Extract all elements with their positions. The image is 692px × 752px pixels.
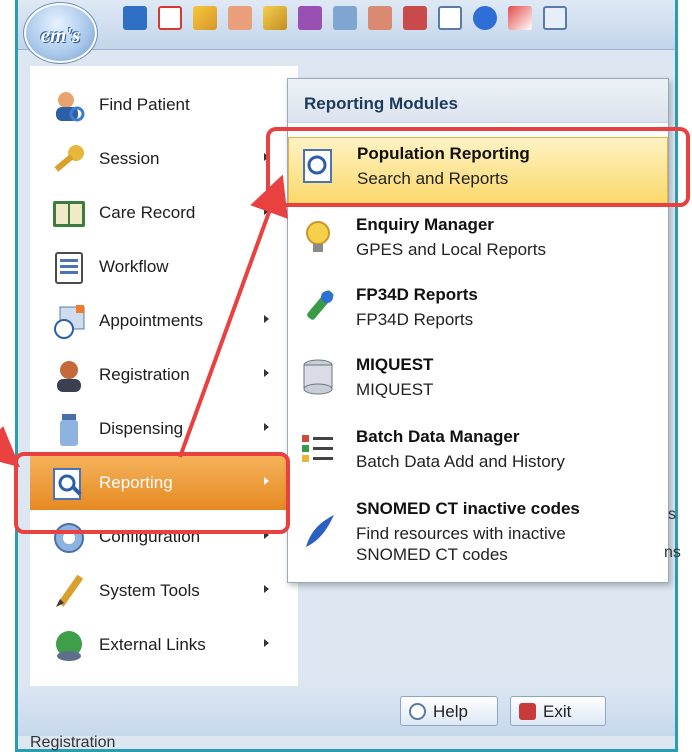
- background-text-fragment: ns: [664, 544, 681, 561]
- bottle-icon: [52, 413, 86, 447]
- submenu-item-snomed-ct-inactive-codes[interactable]: SNOMED CT inactive codes Find resources …: [288, 493, 668, 575]
- menu-item-find-patient[interactable]: Find Patient: [30, 78, 298, 132]
- menu-footer: Help Exit: [18, 686, 675, 736]
- group-icon[interactable]: [368, 6, 392, 30]
- calendar-icon[interactable]: [403, 6, 427, 30]
- logo-text: em's: [40, 23, 81, 47]
- submenu-arrow-icon: [264, 531, 269, 539]
- reporting-submenu: Reporting Modules Population Reporting S…: [287, 78, 669, 583]
- submenu-item-title: MIQUEST: [356, 355, 434, 374]
- submenu-item-title: SNOMED CT inactive codes: [356, 499, 580, 518]
- workflow-icon: [52, 251, 86, 285]
- help-icon: [409, 703, 426, 720]
- care-record-icon: [52, 197, 86, 231]
- menu-item-label: System Tools: [99, 581, 200, 600]
- menu-item-label: External Links: [99, 635, 206, 654]
- menu-item-external-links[interactable]: External Links: [30, 618, 298, 672]
- application-menu: Find Patient Session Care Record Workflo…: [30, 66, 298, 686]
- submenu-arrow-icon: [264, 585, 269, 593]
- calendar-clock-icon: [52, 305, 86, 339]
- submenu-item-description-line: Find resources with inactive: [356, 524, 566, 543]
- key-icon: [52, 143, 86, 177]
- configuration-icon: [52, 521, 86, 555]
- submenu-item-title: Batch Data Manager: [356, 427, 520, 446]
- pen-icon[interactable]: [508, 6, 532, 30]
- submenu-header: Reporting Modules: [288, 79, 668, 123]
- menu-item-dispensing[interactable]: Dispensing: [30, 402, 298, 456]
- menu-item-label: Registration: [99, 365, 190, 384]
- info-icon[interactable]: [473, 6, 497, 30]
- menu-item-label: Appointments: [99, 311, 203, 330]
- database-icon: [300, 359, 336, 395]
- help-button[interactable]: Help: [400, 696, 498, 726]
- menu-item-appointments[interactable]: Appointments: [30, 294, 298, 348]
- submenu-item-description: GPES and Local Reports: [356, 240, 546, 259]
- exit-button[interactable]: Exit: [510, 696, 606, 726]
- submenu-item-enquiry-manager[interactable]: Enquiry Manager GPES and Local Reports: [288, 209, 668, 277]
- submenu-item-fp34d-reports[interactable]: FP34D Reports FP34D Reports: [288, 279, 668, 347]
- submenu-arrow-icon: [264, 153, 269, 161]
- submenu-item-description-line: SNOMED CT codes: [356, 545, 508, 564]
- submenu-item-description: Search and Reports: [357, 169, 509, 188]
- menu-item-system-tools[interactable]: System Tools: [30, 564, 298, 618]
- menu-item-label: Reporting: [99, 473, 173, 492]
- menu-item-registration[interactable]: Registration: [30, 348, 298, 402]
- menu-item-label: Session: [99, 149, 160, 168]
- menu-item-reporting[interactable]: Reporting: [30, 456, 298, 510]
- exit-icon: [519, 703, 536, 720]
- menu-item-label: Dispensing: [99, 419, 184, 438]
- menu-item-workflow[interactable]: Workflow: [30, 240, 298, 294]
- find-patient-icon: [52, 89, 86, 123]
- report-search-icon: [301, 148, 337, 184]
- submenu-item-description: Find resources with inactive SNOMED CT c…: [356, 523, 566, 565]
- submenu-arrow-icon: [264, 369, 269, 377]
- background-tab-label: Registration: [30, 734, 116, 751]
- window-icon[interactable]: [543, 6, 567, 30]
- back-icon[interactable]: [123, 6, 147, 30]
- document-icon[interactable]: [438, 6, 462, 30]
- report-search-icon: [52, 467, 86, 501]
- users-icon[interactable]: [228, 6, 252, 30]
- wand-icon[interactable]: [263, 6, 287, 30]
- menu-item-configuration[interactable]: Configuration: [30, 510, 298, 564]
- menu-item-label: Configuration: [99, 527, 201, 546]
- notes-icon[interactable]: [298, 6, 322, 30]
- person-icon: [52, 359, 86, 393]
- background-text-fragment: s: [668, 506, 676, 523]
- pencil-icon: [52, 574, 86, 609]
- submenu-arrow-icon: [264, 423, 269, 431]
- calendar-clock-icon[interactable]: [333, 6, 357, 30]
- submenu-item-title: Enquiry Manager: [356, 215, 494, 234]
- submenu-item-population-reporting[interactable]: Population Reporting Search and Reports: [288, 137, 668, 205]
- submenu-arrow-icon: [264, 315, 269, 323]
- submenu-item-description: Batch Data Add and History: [356, 452, 565, 471]
- batch-list-icon: [300, 431, 336, 467]
- submenu-item-title: Population Reporting: [357, 144, 530, 163]
- funnel-icon: [300, 513, 336, 549]
- submenu-item-description: MIQUEST: [356, 380, 434, 399]
- menu-item-label: Find Patient: [99, 95, 190, 114]
- application-menu-button[interactable]: em's: [23, 2, 98, 64]
- submenu-item-batch-data-manager[interactable]: Batch Data Manager Batch Data Add and Hi…: [288, 421, 668, 489]
- submenu-arrow-icon: [264, 207, 269, 215]
- submenu-arrow-icon: [264, 639, 269, 647]
- menu-item-care-record[interactable]: Care Record: [30, 186, 298, 240]
- exit-label: Exit: [543, 702, 572, 721]
- submenu-title: Reporting Modules: [304, 94, 458, 113]
- submenu-item-miquest[interactable]: MIQUEST MIQUEST: [288, 349, 668, 417]
- dropper-icon: [300, 289, 336, 325]
- menu-item-label: Workflow: [99, 257, 169, 276]
- home-icon[interactable]: [158, 6, 182, 30]
- menu-item-label: Care Record: [99, 203, 196, 222]
- help-label: Help: [433, 702, 468, 721]
- arrow-to-reporting: [0, 425, 21, 468]
- lightbulb-icon: [300, 219, 336, 255]
- submenu-item-title: FP34D Reports: [356, 285, 478, 304]
- globe-link-icon: [52, 629, 86, 663]
- pencil-icon[interactable]: [193, 6, 217, 30]
- menu-item-session[interactable]: Session: [30, 132, 298, 186]
- quick-access-toolbar: [18, 0, 675, 50]
- submenu-item-description: FP34D Reports: [356, 310, 474, 329]
- submenu-arrow-icon: [264, 477, 269, 485]
